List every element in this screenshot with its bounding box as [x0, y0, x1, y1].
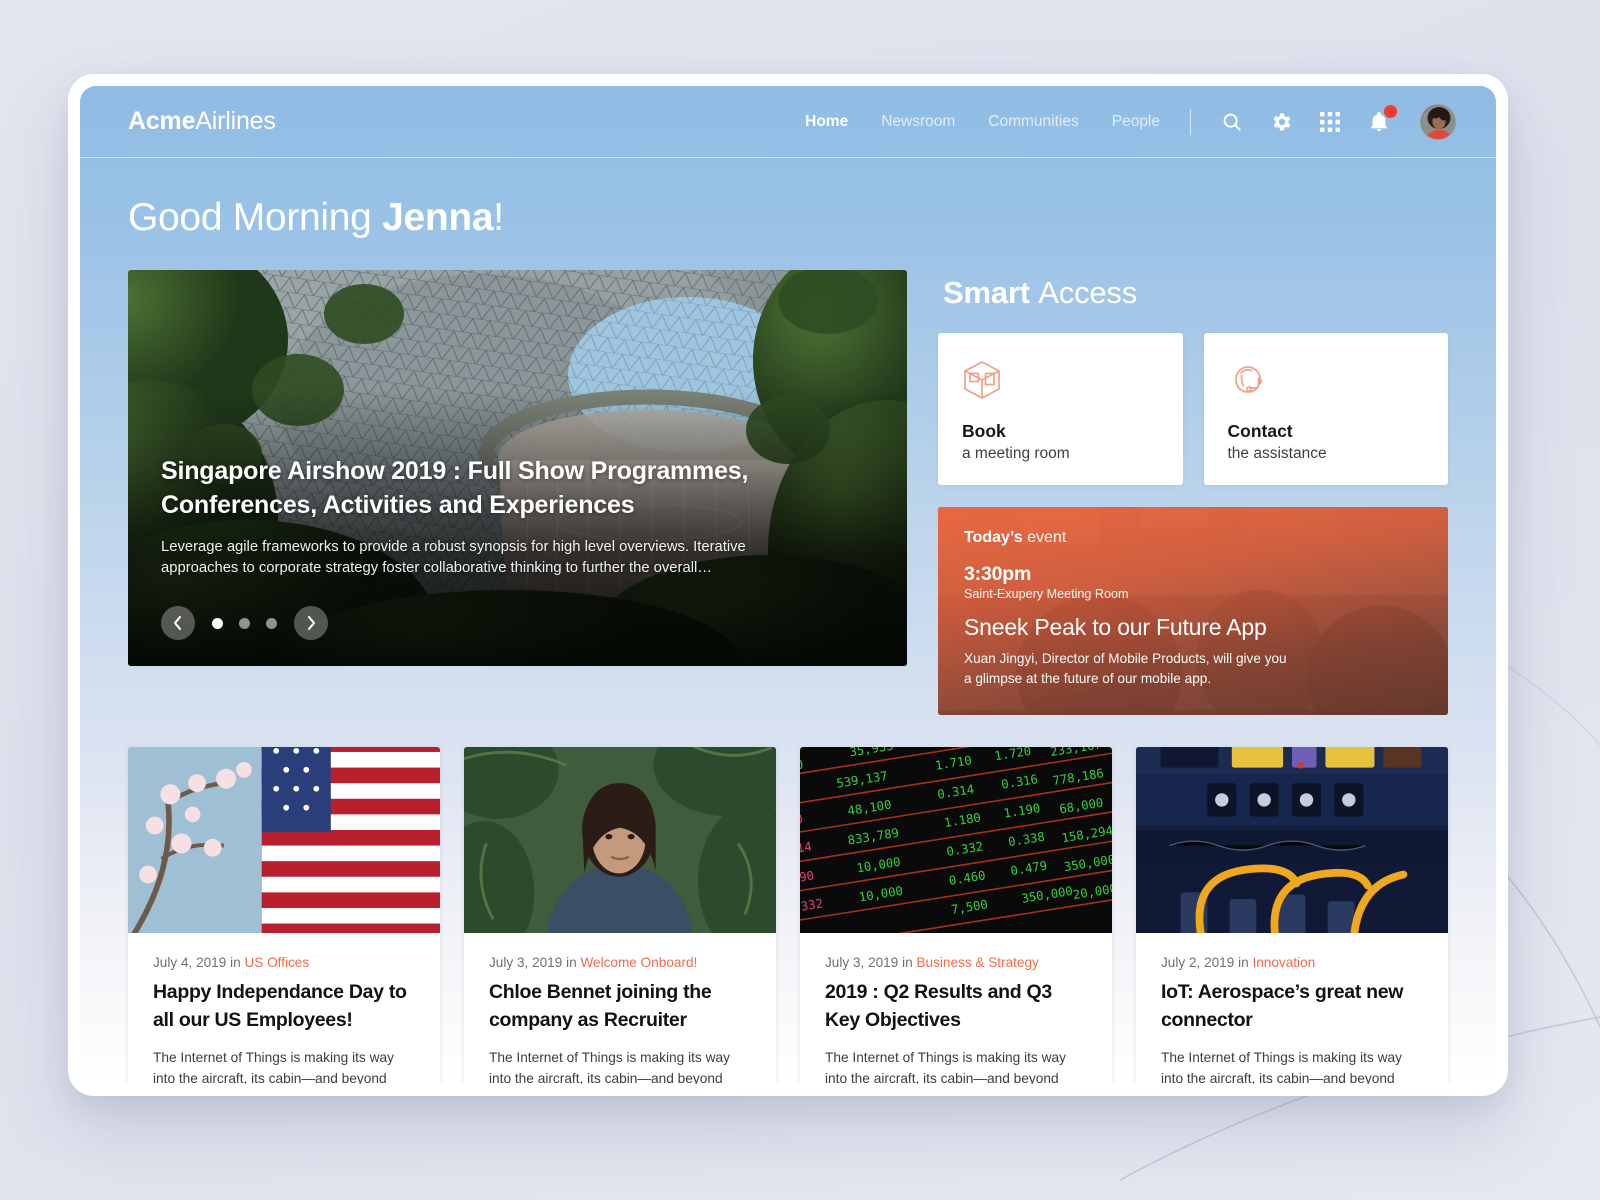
main-content: Singapore Airshow 2019 : Full Show Progr… [80, 240, 1496, 715]
carousel-dot-2[interactable] [239, 617, 250, 629]
greeting-text: Good Morning [128, 196, 383, 239]
nav-links: Home Newsroom Communities People [805, 113, 1160, 131]
tile-book-sublabel: a meeting room [962, 445, 1070, 462]
greeting-user-name: Jenna [382, 196, 494, 239]
news-card-body: July 3, 2019 in Welcome Onboard! Chloe B… [464, 933, 776, 1084]
news-card-body: July 3, 2019 in Business & Strategy 2019… [800, 933, 1112, 1084]
news-card-category[interactable]: Business & Strategy [916, 955, 1038, 970]
nav-divider [1190, 108, 1191, 135]
brand-name-bold: Acme [128, 107, 196, 135]
browser-window: AcmeAirlines Home Newsroom Communities P… [68, 74, 1508, 1096]
event-description: Xuan Jingyi, Director of Mobile Products… [964, 651, 1287, 686]
tile-contact-sublabel: the assistance [1227, 445, 1327, 462]
news-card-title: IoT: Aerospace’s great new connector [1161, 981, 1404, 1031]
news-card-image-network-cables [1136, 747, 1448, 948]
tile-contact-assistance[interactable]: Contact the assistance [1203, 333, 1448, 485]
nav-icon-group [1219, 103, 1456, 140]
gear-icon[interactable] [1268, 109, 1294, 135]
brand-logo[interactable]: AcmeAirlines [128, 107, 276, 136]
news-card[interactable]: July 2, 2019 in Innovation IoT: Aerospac… [1136, 747, 1448, 1084]
news-card-category[interactable]: US Offices [244, 955, 309, 970]
tile-contact-label: Contact [1227, 421, 1293, 441]
search-icon[interactable] [1219, 109, 1245, 135]
event-kicker: Today’s event [964, 529, 1422, 547]
news-card-image-portrait [464, 747, 776, 1024]
news-card-excerpt: The Internet of Things is making its way… [825, 1050, 1066, 1084]
nav-item-newsroom[interactable]: Newsroom [881, 113, 955, 131]
news-card-body: July 2, 2019 in Innovation IoT: Aerospac… [1136, 933, 1448, 1084]
news-card-date: July 3, 2019 in [489, 955, 581, 970]
event-kicker-light: event [1027, 529, 1067, 546]
news-card-title: Chloe Bennet joining the company as Recr… [489, 981, 712, 1031]
nav-item-communities[interactable]: Communities [988, 113, 1078, 131]
news-card[interactable]: July 3, 2019 in Welcome Onboard! Chloe B… [464, 747, 776, 1084]
nav-item-home[interactable]: Home [805, 113, 848, 131]
news-card-meta: July 4, 2019 in US Offices [153, 955, 415, 970]
main-navigation: Home Newsroom Communities People [805, 103, 1456, 140]
news-card-excerpt: The Internet of Things is making its way… [1161, 1050, 1402, 1084]
news-card-category[interactable]: Welcome Onboard! [580, 955, 697, 970]
news-card-category[interactable]: Innovation [1252, 955, 1315, 970]
notification-bell-icon[interactable] [1366, 104, 1397, 135]
meeting-room-icon [962, 359, 1159, 401]
hero-carousel[interactable]: Singapore Airshow 2019 : Full Show Progr… [128, 270, 907, 666]
tile-book-label: Book [962, 421, 1006, 441]
news-card-meta: July 3, 2019 in Business & Strategy [825, 955, 1087, 970]
news-card[interactable]: 2,40035,9335,9709,996 539,1371.7101.7202… [800, 747, 1112, 1084]
news-card-date: July 2, 2019 in [1161, 955, 1253, 970]
carousel-prev-button[interactable] [161, 606, 195, 640]
smart-access-tiles: Book a meeting room Contact the assistan… [938, 333, 1448, 485]
hero-content: Singapore Airshow 2019 : Full Show Progr… [161, 455, 867, 640]
smart-access-section: Smart Access Book a meeting room Contact… [938, 270, 1448, 715]
brand-name-light: Airlines [195, 107, 276, 135]
apps-grid-icon[interactable] [1317, 109, 1343, 135]
news-card-meta: July 3, 2019 in Welcome Onboard! [489, 955, 751, 970]
hero-description: Leverage agile frameworks to provide a r… [161, 538, 746, 577]
carousel-next-button[interactable] [294, 606, 328, 640]
news-card-image-us-flag [128, 747, 440, 946]
news-card-date: July 3, 2019 in [825, 955, 917, 970]
event-time: 3:30pm [964, 563, 1032, 585]
news-card-date: July 4, 2019 in [153, 955, 245, 970]
todays-event-card[interactable]: Today’s event 3:30pm Saint-Exupery Meeti… [938, 507, 1448, 715]
app-viewport: AcmeAirlines Home Newsroom Communities P… [80, 86, 1496, 1084]
news-card[interactable]: July 4, 2019 in US Offices Happy Indepen… [128, 747, 440, 1084]
carousel-dot-1[interactable] [212, 617, 223, 629]
news-card-excerpt: The Internet of Things is making its way… [489, 1050, 730, 1084]
nav-item-people[interactable]: People [1112, 113, 1160, 131]
smart-access-title-light: Access [1038, 275, 1138, 310]
smart-access-title-bold: Smart [943, 275, 1039, 310]
event-room: Saint-Exupery Meeting Room [964, 587, 1129, 601]
carousel-dots [212, 617, 277, 629]
headset-support-icon [1228, 359, 1425, 401]
carousel-dot-3[interactable] [266, 617, 277, 629]
news-card-list: July 4, 2019 in US Offices Happy Indepen… [80, 715, 1496, 1084]
event-content: Today’s event 3:30pm Saint-Exupery Meeti… [938, 507, 1448, 715]
smart-access-title: Smart Access [943, 275, 1448, 311]
event-kicker-bold: Today’s [964, 529, 1028, 546]
top-navigation-bar: AcmeAirlines Home Newsroom Communities P… [80, 86, 1496, 158]
news-card-body: July 4, 2019 in US Offices Happy Indepen… [128, 933, 440, 1084]
carousel-controls [161, 606, 867, 640]
news-card-meta: July 2, 2019 in Innovation [1161, 955, 1423, 970]
tile-book-meeting-room[interactable]: Book a meeting room [938, 333, 1183, 485]
news-card-image-stock-ticker: 2,40035,9335,9709,996 539,1371.7101.7202… [800, 747, 1112, 955]
greeting-suffix: ! [493, 196, 504, 239]
hero-title: Singapore Airshow 2019 : Full Show Progr… [161, 457, 749, 519]
news-card-excerpt: The Internet of Things is making its way… [153, 1050, 394, 1084]
notification-badge [1384, 104, 1397, 118]
news-card-title: Happy Independance Day to all our US Emp… [153, 981, 407, 1031]
user-avatar[interactable] [1420, 103, 1456, 140]
event-title: Sneek Peak to our Future App [964, 614, 1267, 640]
page-title: Good Morning Jenna! [80, 158, 1496, 240]
news-card-title: 2019 : Q2 Results and Q3 Key Objectives [825, 981, 1052, 1031]
